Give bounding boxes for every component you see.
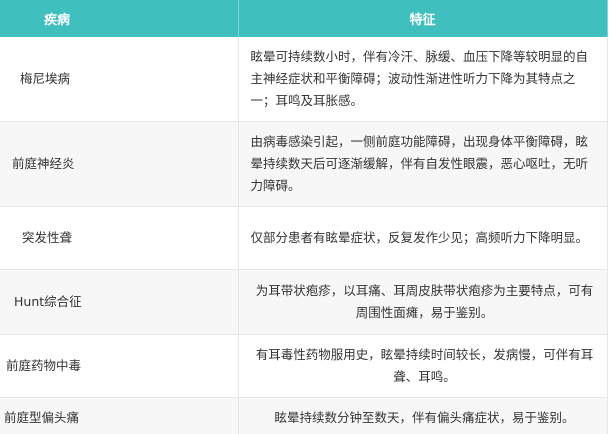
table-row: 突发性聋 仅部分患者有眩晕症状，反复发作少见；高频听力下降明显。: [0, 206, 608, 270]
header-row: 疾病 特征: [0, 0, 608, 37]
disease-name-cell: 前庭神经炎: [0, 121, 239, 207]
feature-cell: 由病毒感染引起，一侧前庭功能障碍，出现身体平衡障碍，眩晕持续数天后可逐渐缓解，伴…: [238, 121, 608, 207]
disease-name-cell: 梅尼埃病: [0, 37, 239, 122]
table-row: 前庭型偏头痛 眩晕持续数分钟至数天，伴有偏头痛症状，易于鉴别。: [0, 397, 608, 434]
table-row: 梅尼埃病 眩晕可持续数小时，伴有冷汗、脉缓、血压下降等较明显的自主神经症状和平衡…: [0, 37, 608, 122]
table-container: 疾病 特征 梅尼埃病 眩晕可持续数小时，伴有冷汗、脉缓、血压下降等较明显的自主神…: [0, 0, 609, 434]
disease-comparison-table: 疾病 特征 梅尼埃病 眩晕可持续数小时，伴有冷汗、脉缓、血压下降等较明显的自主神…: [0, 0, 608, 434]
feature-cell: 眩晕可持续数小时，伴有冷汗、脉缓、血压下降等较明显的自主神经症状和平衡障碍；波动…: [238, 37, 608, 122]
disease-name-cell: 突发性聋: [0, 206, 239, 270]
column-header-feature: 特征: [238, 0, 608, 37]
disease-name-cell: Hunt综合征: [0, 269, 239, 335]
table-row: 前庭神经炎 由病毒感染引起，一侧前庭功能障碍，出现身体平衡障碍，眩晕持续数天后可…: [0, 121, 608, 207]
feature-cell: 为耳带状疱疹，以耳痛、耳周皮肤带状疱疹为主要特点，可有周围性面瘫，易于鉴别。: [238, 269, 608, 335]
feature-cell: 有耳毒性药物服用史，眩晕持续时间较长，发病慢，可伴有耳聋、耳鸣。: [238, 334, 608, 398]
table-row: Hunt综合征 为耳带状疱疹，以耳痛、耳周皮肤带状疱疹为主要特点，可有周围性面瘫…: [0, 269, 608, 335]
disease-name: Hunt综合征: [14, 294, 82, 309]
disease-name-cell: 前庭型偏头痛: [0, 397, 239, 434]
feature-cell: 眩晕持续数分钟至数天，伴有偏头痛症状，易于鉴别。: [238, 397, 608, 434]
disease-name-cell: 前庭药物中毒: [0, 334, 239, 398]
disease-name: 前庭型偏头痛: [4, 410, 80, 425]
disease-name: 前庭神经炎: [12, 156, 75, 171]
table-header: 疾病 特征: [0, 0, 608, 37]
column-header-disease: 疾病: [0, 0, 239, 37]
disease-name: 突发性聋: [22, 230, 73, 245]
disease-name: 梅尼埃病: [20, 71, 71, 86]
table-row: 前庭药物中毒 有耳毒性药物服用史，眩晕持续时间较长，发病慢，可伴有耳聋、耳鸣。: [0, 334, 608, 398]
disease-name: 前庭药物中毒: [6, 358, 82, 373]
table-body: 梅尼埃病 眩晕可持续数小时，伴有冷汗、脉缓、血压下降等较明显的自主神经症状和平衡…: [0, 37, 608, 434]
feature-cell: 仅部分患者有眩晕症状，反复发作少见；高频听力下降明显。: [238, 206, 608, 270]
